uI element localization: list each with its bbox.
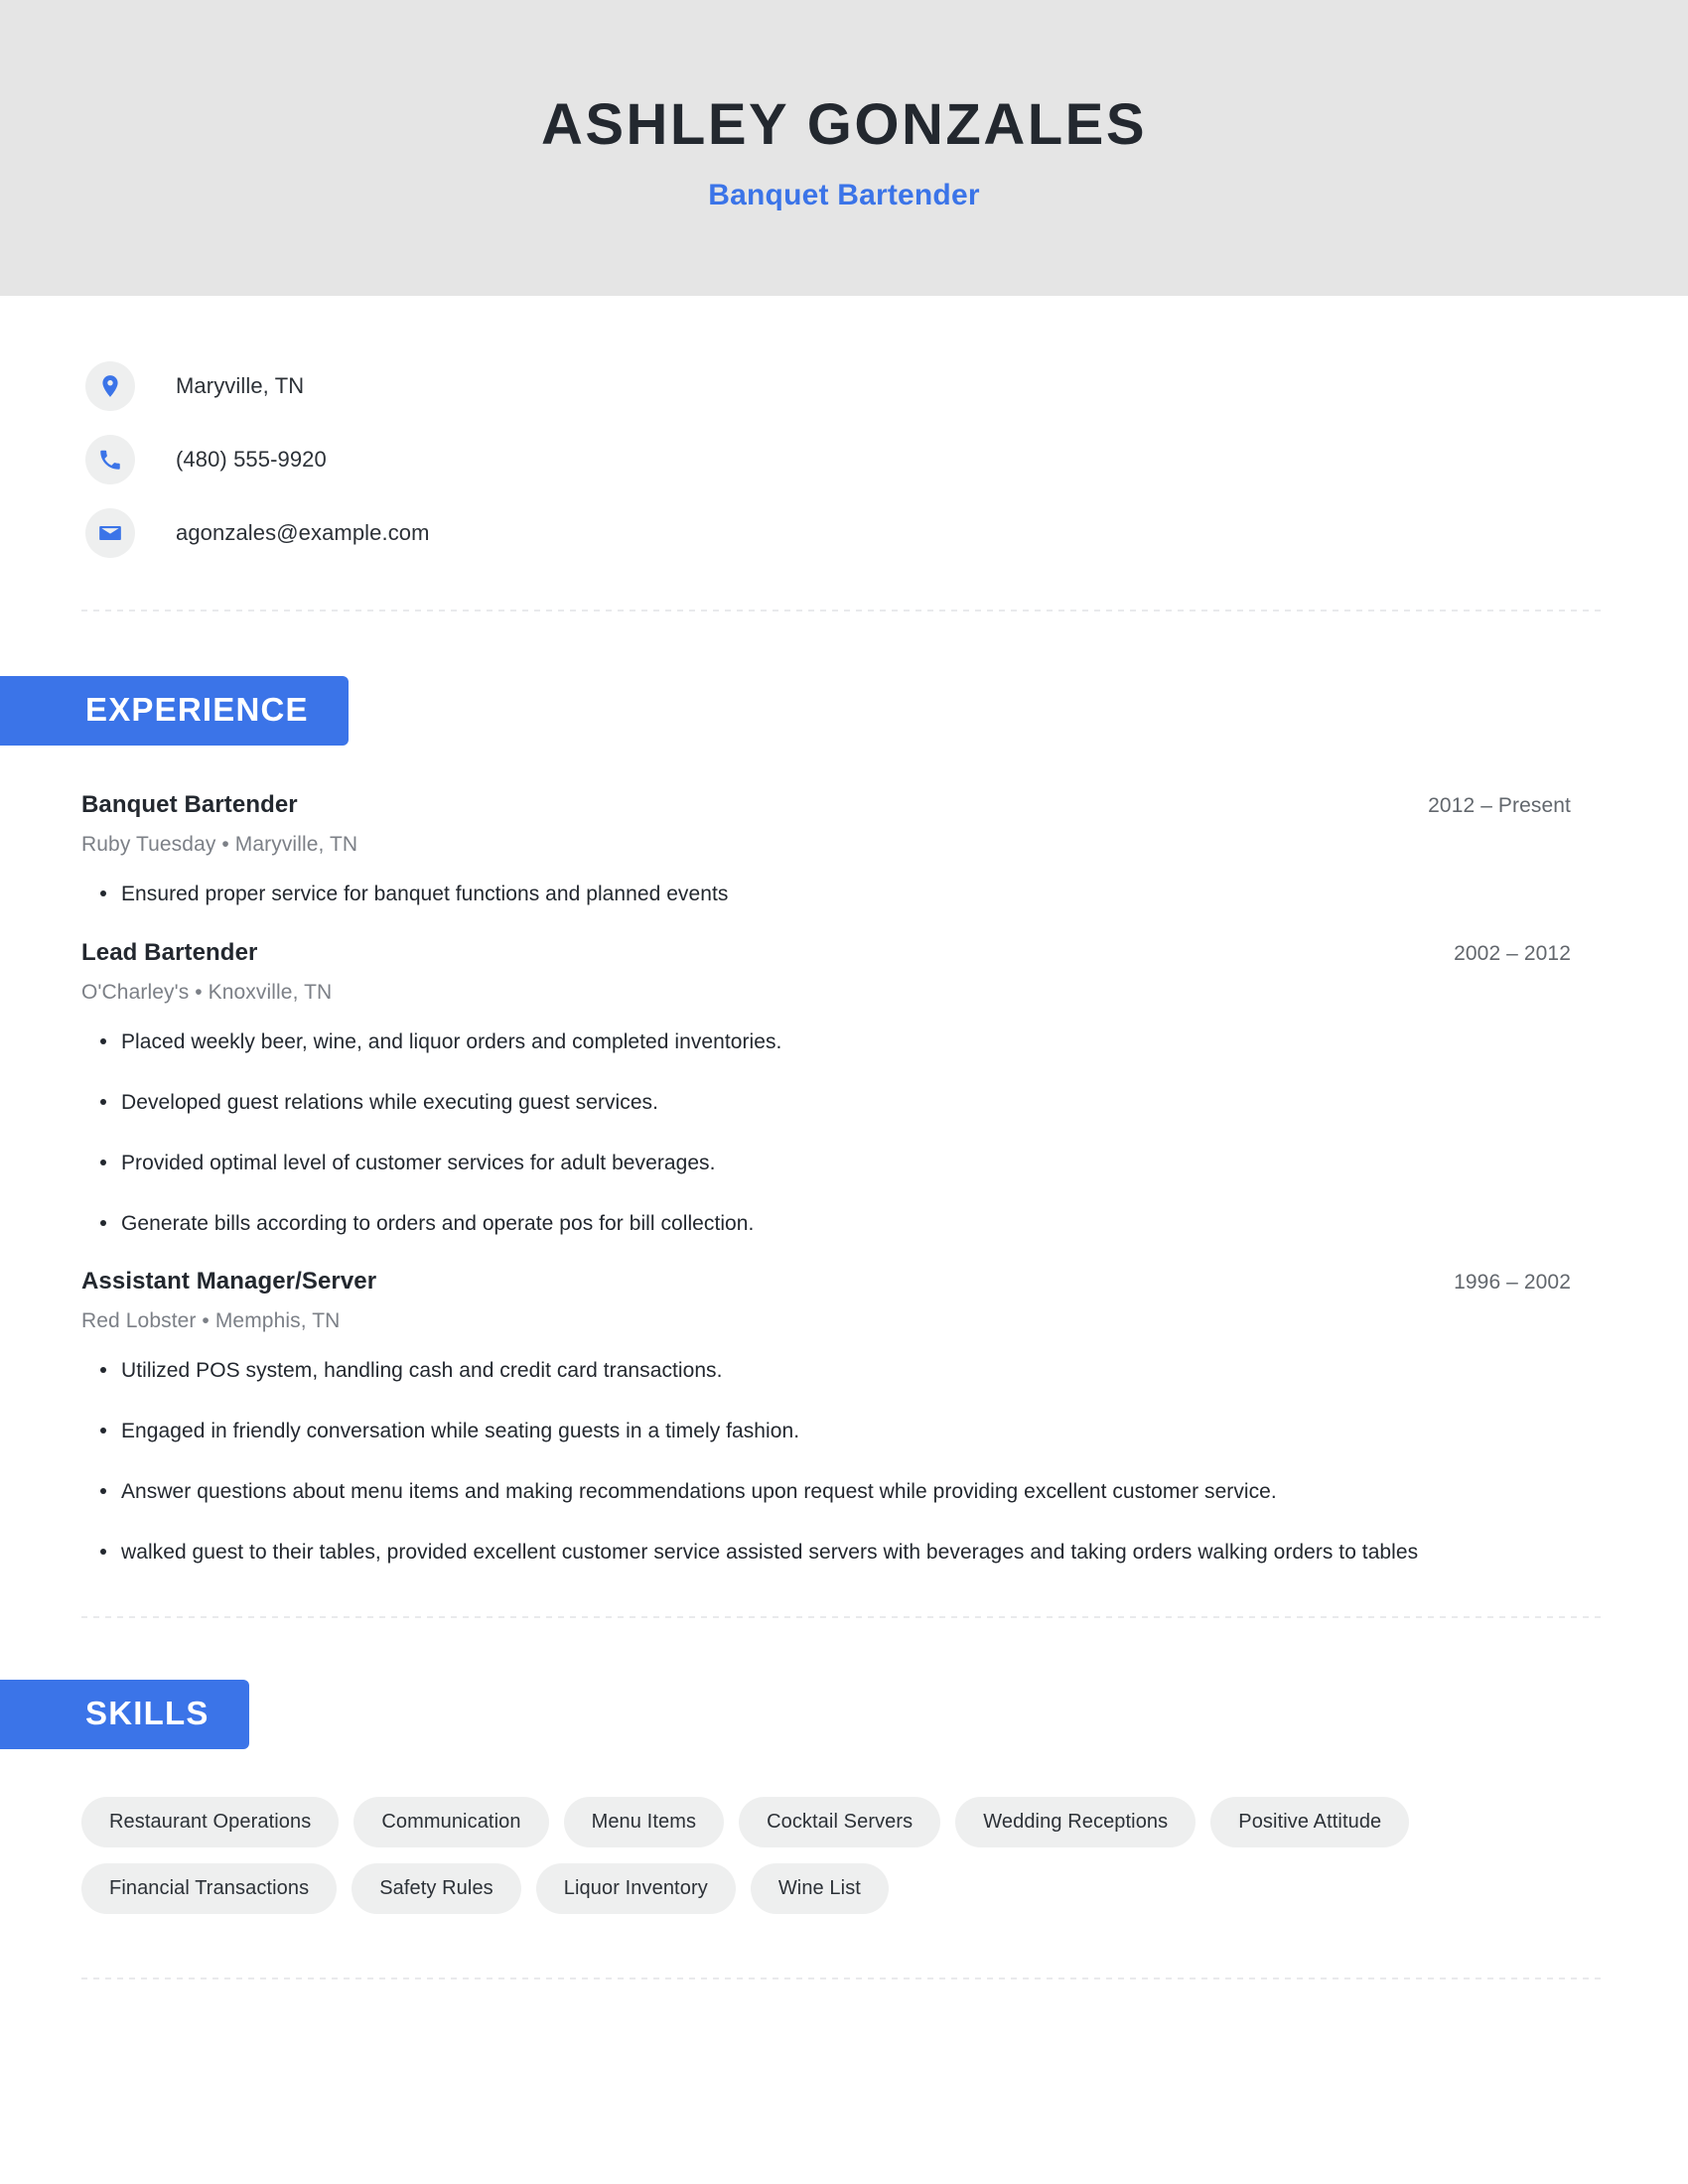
location-pin-icon — [85, 361, 135, 411]
experience-item-head: Banquet Bartender 2012 – Present — [81, 791, 1571, 819]
experience-bullet: Generate bills according to orders and o… — [81, 1208, 1531, 1240]
skill-pill: Restaurant Operations — [81, 1797, 340, 1848]
experience-bullet: Provided optimal level of customer servi… — [81, 1148, 1531, 1179]
resume-page: ASHLEY GONZALES Banquet Bartender Maryvi… — [0, 0, 1688, 2184]
contact-block: Maryville, TN (480) 555-9920 agonzales@e… — [0, 296, 1688, 570]
skill-pill: Financial Transactions — [81, 1863, 338, 1915]
experience-company-location: Red Lobster • Memphis, TN — [81, 1309, 341, 1333]
experience-dates: 2012 – Present — [1428, 793, 1571, 817]
skill-pill: Liquor Inventory — [535, 1863, 736, 1915]
skill-pill: Cocktail Servers — [739, 1797, 941, 1848]
experience-company-location: O'Charley's • Knoxville, TN — [81, 980, 333, 1004]
divider-after-skills — [81, 1978, 1607, 1980]
experience-company-location: Ruby Tuesday • Maryville, TN — [81, 832, 358, 856]
section-heading-experience: EXPERIENCE — [0, 676, 349, 746]
divider-after-experience — [81, 1616, 1607, 1619]
skills-section: SKILLS Restaurant Operations Communicati… — [0, 1680, 1688, 1915]
contact-row-location: Maryville, TN — [85, 349, 1688, 423]
candidate-job-title: Banquet Bartender — [708, 178, 980, 211]
experience-item: Assistant Manager/Server 1996 – 2002 Red… — [81, 1268, 1688, 1569]
contact-email-text: agonzales@example.com — [176, 520, 430, 545]
experience-item-head: Lead Bartender 2002 – 2012 — [81, 939, 1571, 967]
skill-pill: Wine List — [750, 1863, 889, 1915]
experience-list: Banquet Bartender 2012 – Present Ruby Tu… — [0, 791, 1688, 1569]
candidate-name: ASHLEY GONZALES — [540, 92, 1148, 158]
section-heading-skills: SKILLS — [0, 1680, 249, 1750]
phone-icon — [85, 435, 135, 484]
experience-bullet: Developed guest relations while executin… — [81, 1087, 1531, 1119]
experience-item-head: Assistant Manager/Server 1996 – 2002 — [81, 1268, 1571, 1296]
experience-item: Banquet Bartender 2012 – Present Ruby Tu… — [81, 791, 1688, 910]
skill-pill: Communication — [353, 1797, 549, 1848]
experience-position: Lead Bartender — [81, 938, 258, 966]
skill-pill: Positive Attitude — [1210, 1797, 1410, 1848]
experience-bullets: Placed weekly beer, wine, and liquor ord… — [81, 1026, 1688, 1240]
experience-bullet: walked guest to their tables, provided e… — [81, 1537, 1531, 1569]
experience-position: Assistant Manager/Server — [81, 1268, 377, 1296]
skills-list: Restaurant Operations Communication Menu… — [0, 1797, 1549, 1915]
contact-location-text: Maryville, TN — [176, 373, 305, 398]
skill-pill: Wedding Receptions — [955, 1797, 1196, 1848]
contact-row-phone: (480) 555-9920 — [85, 423, 1688, 496]
experience-bullet: Utilized POS system, handling cash and c… — [81, 1355, 1531, 1387]
contact-row-email: agonzales@example.com — [85, 496, 1688, 570]
resume-header: ASHLEY GONZALES Banquet Bartender — [0, 0, 1688, 296]
experience-dates: 2002 – 2012 — [1454, 941, 1571, 965]
skill-pill: Menu Items — [563, 1797, 725, 1848]
divider-after-contact — [81, 610, 1607, 612]
experience-bullets: Utilized POS system, handling cash and c… — [81, 1355, 1688, 1569]
experience-dates: 1996 – 2002 — [1454, 1271, 1571, 1295]
experience-bullet: Placed weekly beer, wine, and liquor ord… — [81, 1026, 1531, 1058]
experience-item: Lead Bartender 2002 – 2012 O'Charley's •… — [81, 939, 1688, 1240]
experience-bullet: Ensured proper service for banquet funct… — [81, 879, 1531, 910]
experience-bullet: Engaged in friendly conversation while s… — [81, 1416, 1531, 1447]
experience-bullets: Ensured proper service for banquet funct… — [81, 879, 1688, 910]
experience-position: Banquet Bartender — [81, 790, 298, 818]
envelope-icon — [85, 508, 135, 558]
skill-pill: Safety Rules — [352, 1863, 521, 1915]
experience-bullet: Answer questions about menu items and ma… — [81, 1476, 1531, 1508]
experience-section: EXPERIENCE Banquet Bartender 2012 – Pres… — [0, 676, 1688, 1569]
contact-phone-text: (480) 555-9920 — [176, 447, 327, 472]
